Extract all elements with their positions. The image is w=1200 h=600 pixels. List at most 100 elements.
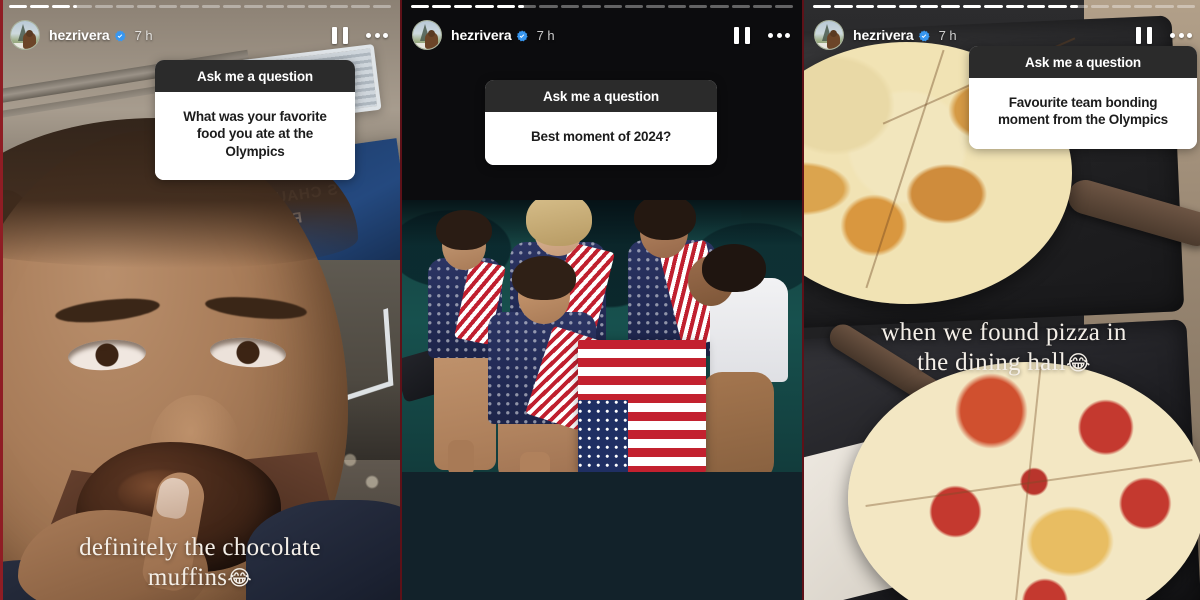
story-panel-1[interactable]: S CHAUDES RAGES (0, 0, 400, 600)
progress-segment (1048, 5, 1067, 8)
progress-segment (351, 5, 370, 8)
progress-segment (813, 5, 832, 8)
panel-left-border (0, 0, 3, 600)
progress-segment (244, 5, 263, 8)
progress-segment (137, 5, 156, 8)
caption-line-2: the dining hall (917, 349, 1067, 376)
progress-segment (475, 5, 494, 8)
progress-segment (73, 5, 92, 8)
question-sticker-1[interactable]: Ask me a question What was your favorite… (155, 60, 355, 180)
progress-segment (51, 5, 71, 8)
progress-segment (667, 5, 687, 8)
progress-segment (1091, 5, 1110, 8)
story-progress-bar-3[interactable] (813, 5, 1196, 8)
verified-badge-icon (114, 29, 126, 42)
progress-segment (710, 5, 729, 8)
story-panel-2[interactable]: hezrivera 7 h Ask me a question Best mom… (402, 0, 802, 600)
progress-segment (1112, 5, 1131, 8)
progress-segment (287, 5, 306, 8)
progress-segment (774, 5, 794, 8)
progress-segment (962, 5, 982, 8)
pause-icon[interactable] (332, 26, 348, 44)
caption-emoji: 😂 (227, 566, 253, 590)
progress-segment (115, 5, 135, 8)
progress-segment (453, 5, 473, 8)
progress-segment (517, 5, 537, 8)
question-sticker-text: Best moment of 2024? (485, 112, 717, 166)
progress-segment (432, 5, 451, 8)
caption-line-2: muffins (147, 564, 228, 591)
progress-segment (308, 5, 327, 8)
username-label[interactable]: hezrivera (853, 27, 914, 43)
progress-segment (646, 5, 665, 8)
progress-segment (834, 5, 853, 8)
verified-badge-icon (918, 29, 930, 42)
progress-segment (411, 5, 430, 8)
more-options-icon[interactable] (366, 32, 388, 38)
progress-segment (560, 5, 580, 8)
progress-segment (753, 5, 772, 8)
progress-segment (877, 5, 896, 8)
progress-segment (9, 5, 28, 8)
story-header-2: hezrivera 7 h (412, 18, 792, 52)
progress-segment (158, 5, 178, 8)
pause-icon[interactable] (734, 26, 750, 44)
question-sticker-2[interactable]: Ask me a question Best moment of 2024? (485, 80, 717, 166)
more-options-icon[interactable] (768, 32, 790, 38)
progress-segment (855, 5, 875, 8)
story-caption-1: definitely the chocolate muffins😂 (0, 533, 400, 593)
progress-segment (30, 5, 49, 8)
progress-segment (372, 5, 392, 8)
progress-segment (689, 5, 708, 8)
question-sticker-header: Ask me a question (485, 80, 717, 112)
progress-segment (984, 5, 1003, 8)
progress-segment (222, 5, 242, 8)
gymnastics-photo (402, 200, 802, 472)
caption-line-1: when we found pizza in (881, 319, 1127, 346)
progress-segment (582, 5, 601, 8)
progress-segment (180, 5, 199, 8)
progress-segment (539, 5, 558, 8)
question-sticker-text: Favourite team bonding moment from the O… (969, 78, 1197, 149)
caption-line-1: definitely the chocolate (79, 534, 321, 561)
progress-segment (265, 5, 285, 8)
caption-emoji: 😂 (1066, 351, 1091, 375)
progress-segment (624, 5, 644, 8)
progress-segment (731, 5, 751, 8)
progress-segment (941, 5, 960, 8)
timestamp-label: 7 h (938, 27, 957, 43)
avatar[interactable] (10, 20, 40, 50)
progress-segment (94, 5, 113, 8)
progress-segment (603, 5, 622, 8)
question-sticker-3[interactable]: Ask me a question Favourite team bonding… (969, 46, 1197, 149)
more-options-icon[interactable] (1170, 32, 1192, 38)
progress-segment (496, 5, 515, 8)
story-caption-3: when we found pizza in the dining hall😂 (804, 318, 1200, 378)
progress-segment (329, 5, 349, 8)
progress-segment (1155, 5, 1174, 8)
pause-icon[interactable] (1136, 26, 1152, 44)
story-panel-3[interactable]: hezrivera 7 h Ask me a question Favourit… (804, 0, 1200, 600)
progress-segment (1005, 5, 1024, 8)
progress-segment (1069, 5, 1089, 8)
progress-segment (898, 5, 917, 8)
progress-segment (1026, 5, 1046, 8)
progress-segment (1133, 5, 1153, 8)
avatar[interactable] (814, 20, 844, 50)
question-sticker-text: What was your favorite food you ate at t… (155, 92, 355, 180)
progress-segment (1176, 5, 1196, 8)
story-header-1: hezrivera 7 h (10, 18, 390, 52)
story-progress-bar-2[interactable] (411, 5, 794, 8)
story-header-3: hezrivera 7 h (814, 18, 1194, 52)
story-progress-bar-1[interactable] (9, 5, 392, 8)
progress-segment (919, 5, 939, 8)
story-gallery: S CHAUDES RAGES (0, 0, 1200, 600)
progress-segment (201, 5, 220, 8)
timestamp-label: 7 h (536, 27, 555, 43)
avatar[interactable] (412, 20, 442, 50)
username-label[interactable]: hezrivera (451, 27, 512, 43)
timestamp-label: 7 h (134, 27, 153, 43)
question-sticker-header: Ask me a question (155, 60, 355, 92)
verified-badge-icon (516, 29, 528, 42)
username-label[interactable]: hezrivera (49, 27, 110, 43)
